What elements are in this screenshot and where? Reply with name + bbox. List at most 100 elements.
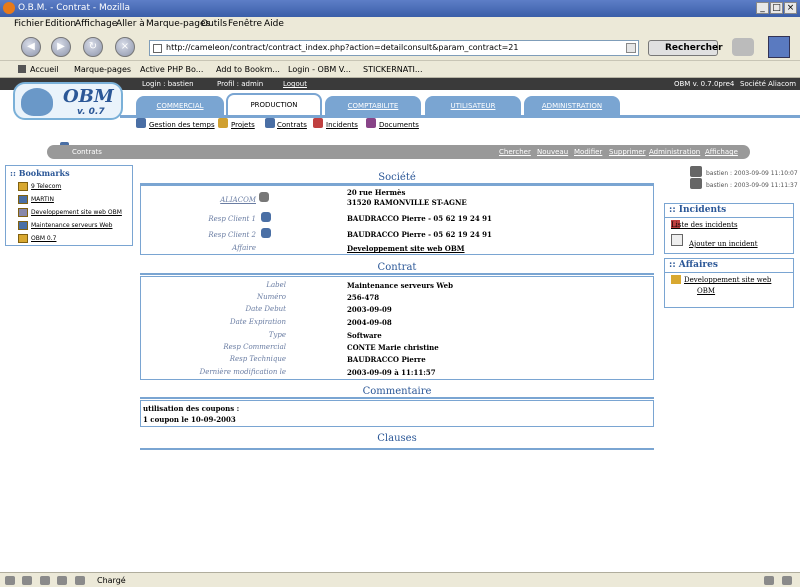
addressbook-icon[interactable] [75,576,85,585]
field-value: 2004-09-08 [347,318,392,327]
update-entry: bastien : 2003-09-09 11:10:07 [706,170,798,177]
address-line-1: 20 rue Hermès [347,188,406,197]
window-title: O.B.M. - Contrat - Mozilla [18,3,130,13]
menu-bar: Fichier Edition Affichage Aller à Marque… [0,17,800,32]
version-label: OBM v. 0.7.0pre4 [674,80,735,88]
action-modifier[interactable]: Modifier [574,148,602,156]
breadcrumb: Contrats Chercher Nouveau Modifier Suppr… [47,145,750,159]
subnav-incidents[interactable]: Incidents [326,121,358,129]
action-nouveau[interactable]: Nouveau [537,148,568,156]
bookmark-item[interactable]: 9 Telecom [31,183,61,190]
tab-utilisateur[interactable]: UTILISATEUR [425,96,521,116]
subnav-projets[interactable]: Projets [231,121,255,129]
action-supprimer[interactable]: Supprimer [609,148,646,156]
add-incident-link[interactable]: Ajouter un incident [689,240,758,248]
search-button[interactable]: Rechercher [648,40,723,56]
divider [665,272,793,273]
resp1-value: BAUDRACCO Pierre - 05 62 19 24 91 [347,214,492,223]
reload-button[interactable]: ↻ [83,37,103,57]
composer-icon[interactable] [40,576,50,585]
home-icon [18,65,26,73]
section-divider [140,397,654,399]
address-line-2: 31520 RAMONVILLE ST-AGNE [347,198,467,207]
subnav-contrats[interactable]: Contrats [277,121,307,129]
field-label: Type [268,331,286,339]
bookmark-add-to[interactable]: Add to Bookm... [216,65,280,74]
forward-button[interactable]: ▶ [51,37,71,57]
bookmarks-title: :: Bookmarks [10,168,70,178]
field-value: 256-478 [347,293,380,302]
bookmark-item[interactable]: Maintenance serveurs Web [31,222,112,229]
logo-version: v. 0.7 [77,107,105,117]
login-label: Login : bastien [142,80,194,88]
affaire-link[interactable]: Developpement site web OBM [347,244,465,253]
action-affichage[interactable]: Affichage [705,148,738,156]
tab-production[interactable]: PRODUCTION [226,93,322,116]
affaire-link-line-1[interactable]: Developpement site web [684,276,771,284]
subnav-documents[interactable]: Documents [379,121,419,129]
field-label: Resp Commercial [223,343,286,351]
societe-box: ALIACOM 20 rue Hermès 31520 RAMONVILLE S… [140,185,654,255]
affaire-link-line-2[interactable]: OBM [697,287,715,295]
menu-outils[interactable]: Outils [201,19,227,29]
bookmark-stickernati[interactable]: STICKERNATI... [363,65,422,74]
resp2-label: Resp Client 2 [208,231,256,239]
incidents-list-link[interactable]: Liste des incidents [671,221,738,229]
back-button[interactable]: ◀ [21,37,41,57]
commentaire-box: utilisation des coupons : 1 coupon le 10… [140,400,654,427]
section-contrat-title: Contrat [377,262,417,273]
field-label: Resp Technique [229,355,286,363]
url-input[interactable]: http://cameleon/contract/contract_index.… [149,40,639,56]
mail-icon[interactable] [22,576,32,585]
incidents-panel: :: Incidents Liste des incidents Ajouter… [664,203,794,254]
field-label: Label [266,281,286,289]
minimize-button[interactable]: _ [756,2,769,14]
menu-aller[interactable]: Aller à [116,19,145,29]
url-dropdown-icon[interactable] [626,43,636,53]
resp1-label: Resp Client 1 [208,215,256,223]
affaires-title: :: Affaires [669,260,718,270]
field-value: CONTE Marie christine [347,343,439,352]
maximize-button[interactable]: □ [770,2,783,14]
navigator-icon[interactable] [5,576,15,585]
logout-link[interactable]: Logout [283,80,307,88]
section-divider [140,273,654,275]
company-link[interactable]: ALIACOM [56,196,256,204]
bookmark-item[interactable]: OBM 0.7 [31,235,56,242]
tab-comptabilite[interactable]: COMPTABILITE [325,96,421,116]
bookmark-accueil[interactable]: Accueil [30,65,59,74]
obm-logo[interactable]: OBM v. 0.7 [13,82,123,120]
action-chercher[interactable]: Chercher [499,148,531,156]
section-commentaire-title: Commentaire [362,386,432,397]
url-text: http://cameleon/contract/contract_index.… [166,43,519,52]
contract-icon [265,118,275,128]
action-administration[interactable]: Administration [649,148,700,156]
menu-affichage[interactable]: Affichage [75,19,117,29]
mozilla-icon [3,2,15,14]
print-icon[interactable] [732,38,754,56]
throbber-icon [768,36,790,58]
field-value: 2003-09-09 [347,305,392,314]
affaire-icon [671,275,681,284]
affaires-panel: :: Affaires Developpement site web OBM [664,258,794,308]
bookmark-marque-pages[interactable]: Marque-pages [74,65,131,74]
bookmark-item[interactable]: MARTIN [31,196,54,203]
menu-fenetre[interactable]: Fenêtre [228,19,262,29]
menu-fichier[interactable]: Fichier [14,19,43,29]
field-value: 2003-09-09 à 11:11:57 [347,368,436,377]
page-icon [153,44,162,53]
stop-button[interactable]: × [115,37,135,57]
subnav-gestion-temps[interactable]: Gestion des temps [149,121,215,129]
chat-icon[interactable] [57,576,67,585]
bookmark-active-php[interactable]: Active PHP Bo... [140,65,203,74]
contact-icon [261,212,271,222]
tab-administration[interactable]: ADMINISTRATION [524,96,620,116]
close-button[interactable]: × [784,2,797,14]
bookmark-login-obm[interactable]: Login - OBM V... [288,65,351,74]
tab-commercial[interactable]: COMMERCIAL [136,96,224,116]
elephant-icon [21,88,53,116]
project-icon [218,118,228,128]
menu-edition[interactable]: Edition [45,19,76,29]
field-value: Software [347,331,382,340]
menu-aide[interactable]: Aide [264,19,284,29]
